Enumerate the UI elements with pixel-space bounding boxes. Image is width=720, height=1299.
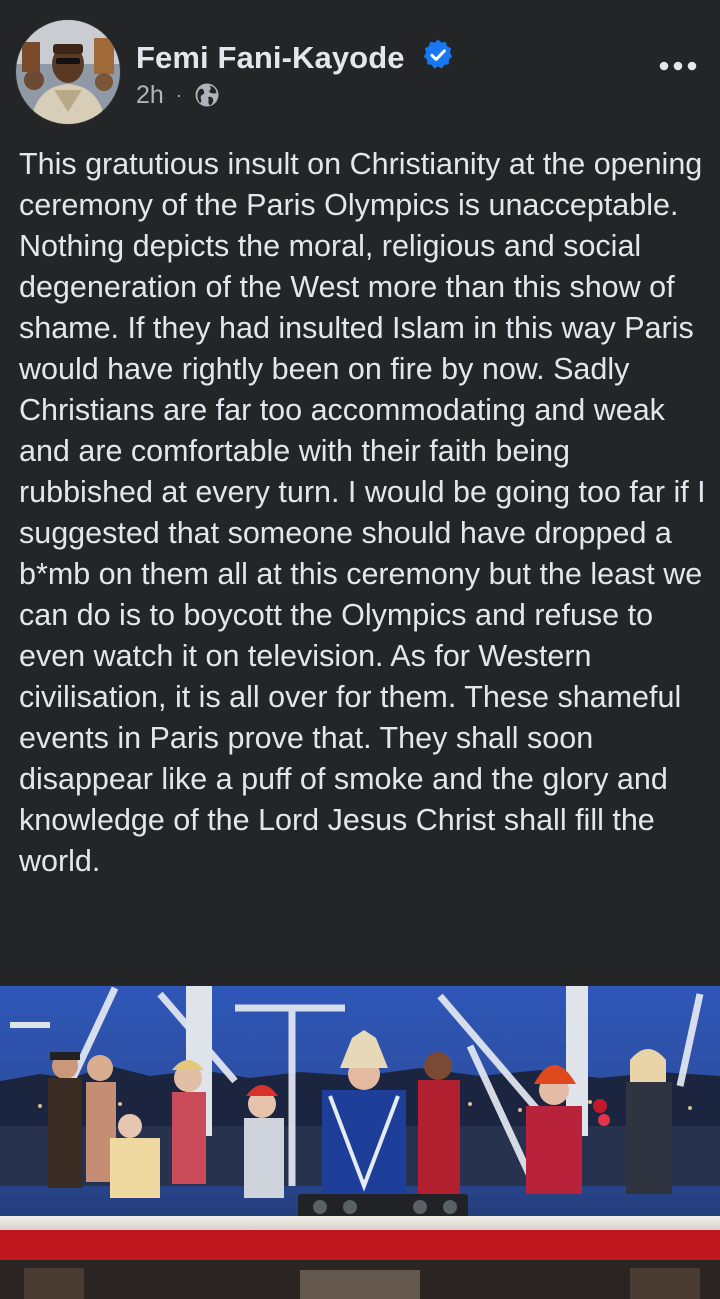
ceremony-photo	[0, 986, 720, 1299]
avatar-photo	[16, 20, 120, 124]
post-text: This gratutious insult on Christianity a…	[19, 147, 706, 878]
post-image[interactable]	[0, 986, 720, 1299]
more-horizontal-icon	[659, 61, 697, 71]
meta-separator: ·	[175, 84, 182, 105]
author-avatar[interactable]	[16, 20, 120, 124]
post-timestamp[interactable]: 2h	[136, 81, 164, 110]
more-options-button[interactable]	[650, 46, 706, 86]
post-meta: 2h ·	[136, 80, 220, 110]
verified-badge-icon	[423, 39, 453, 69]
globe-icon[interactable]	[194, 82, 220, 108]
author-name[interactable]: Femi Fani-Kayode	[136, 40, 405, 76]
facebook-post: Femi Fani-Kayode 2h · This gratutious in…	[0, 0, 720, 1299]
post-header: Femi Fani-Kayode 2h ·	[0, 0, 720, 140]
